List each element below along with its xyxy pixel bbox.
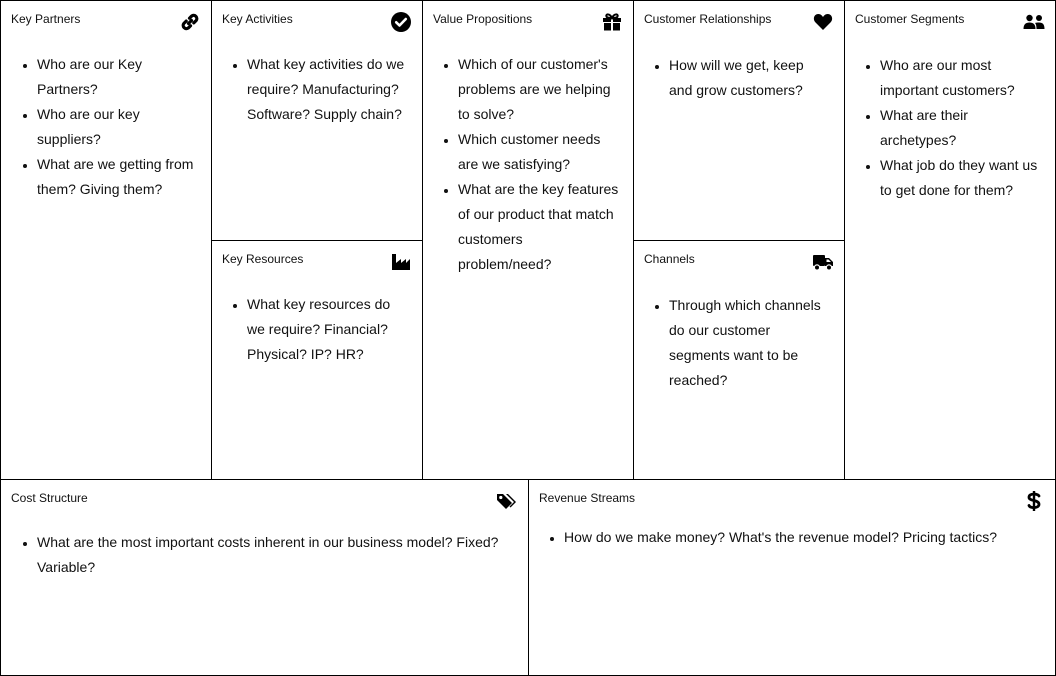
- list-item: Who are our key suppliers?: [37, 102, 197, 152]
- revenue-streams-block[interactable]: Revenue Streams How do we make money? Wh…: [528, 479, 1056, 676]
- block-title: Key Partners: [11, 12, 81, 26]
- block-title: Customer Relationships: [644, 12, 772, 26]
- list-item: What key activities do we require? Manuf…: [247, 52, 408, 127]
- list-item: Who are our most important customers?: [880, 53, 1041, 103]
- list-item: What are the key features of our product…: [458, 177, 619, 277]
- list-item: What are their archetypes?: [880, 103, 1041, 153]
- list-item: Which of our customer's problems are we …: [458, 52, 619, 127]
- list-item: What key resources do we require? Financ…: [247, 292, 408, 367]
- truck-icon: [812, 251, 834, 273]
- tags-icon: [496, 490, 518, 512]
- business-model-canvas: Key Partners Who are our Key Partners? W…: [0, 0, 1056, 676]
- list-item: What are we getting from them? Giving th…: [37, 152, 197, 202]
- key-activities-block[interactable]: Key Activities What key activities do we…: [211, 0, 423, 241]
- block-title: Key Resources: [222, 252, 304, 266]
- value-propositions-block[interactable]: Value Propositions Which of our customer…: [422, 0, 634, 480]
- list-item: Through which channels do our customer s…: [669, 293, 830, 393]
- gift-icon: [601, 11, 623, 33]
- block-title: Channels: [644, 252, 695, 266]
- list-item: How will we get, keep and grow customers…: [669, 53, 830, 103]
- cost-structure-block[interactable]: Cost Structure What are the most importa…: [0, 479, 529, 676]
- dollar-icon: [1023, 490, 1045, 512]
- link-icon: [179, 11, 201, 33]
- block-title: Value Propositions: [433, 12, 533, 26]
- list-item: Which customer needs are we satisfying?: [458, 127, 619, 177]
- channels-block[interactable]: Channels Through which channels do our c…: [633, 240, 845, 480]
- customer-relationships-block[interactable]: Customer Relationships How will we get, …: [633, 0, 845, 241]
- key-resources-block[interactable]: Key Resources What key resources do we r…: [211, 240, 423, 480]
- block-title: Customer Segments: [855, 12, 965, 26]
- factory-icon: [390, 251, 412, 273]
- list-item: Who are our Key Partners?: [37, 52, 197, 102]
- customer-segments-block[interactable]: Customer Segments Who are our most impor…: [844, 0, 1056, 480]
- users-icon: [1023, 11, 1045, 33]
- list-item: What job do they want us to get done for…: [880, 153, 1041, 203]
- block-title: Cost Structure: [11, 491, 88, 505]
- key-partners-block[interactable]: Key Partners Who are our Key Partners? W…: [0, 0, 212, 480]
- list-item: How do we make money? What's the revenue…: [564, 525, 1041, 550]
- heart-icon: [812, 11, 834, 33]
- check-circle-icon: [390, 11, 412, 33]
- list-item: What are the most important costs inhere…: [37, 530, 514, 580]
- block-title: Revenue Streams: [539, 491, 636, 505]
- block-title: Key Activities: [222, 12, 293, 26]
